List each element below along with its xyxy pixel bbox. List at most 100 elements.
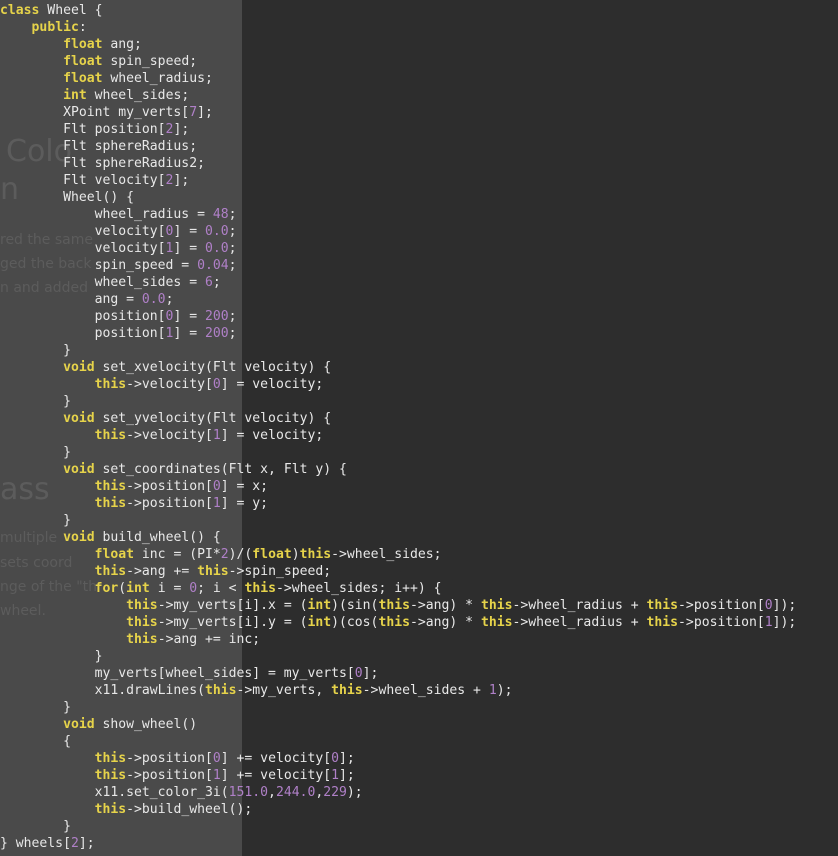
keyword-token: this	[480, 615, 513, 630]
code-line[interactable]: wheel_sides = 6;	[0, 274, 796, 291]
code-line[interactable]: float inc = (PI*2)/(float)this->wheel_si…	[0, 546, 796, 563]
keyword-token: for	[94, 581, 119, 596]
code-line[interactable]: x11.set_color_3i(151.0,244.0,229);	[0, 784, 796, 801]
code-line[interactable]: float ang;	[0, 36, 796, 53]
code-line[interactable]: x11.drawLines(this->my_verts, this->whee…	[0, 682, 796, 699]
code-line[interactable]: this->position[1] += velocity[1];	[0, 767, 796, 784]
code-token: ->ang) *	[409, 615, 481, 630]
code-line[interactable]: this->ang += inc;	[0, 631, 796, 648]
keyword-token: this	[126, 615, 158, 630]
code-line[interactable]: wheel_radius = 48;	[0, 206, 796, 223]
code-line[interactable]: Flt velocity[2];	[0, 172, 796, 189]
number-token: 0	[189, 581, 198, 596]
number-token: 200	[204, 326, 229, 341]
code-token: wheel_radius =	[0, 207, 213, 222]
keyword-token: this	[331, 683, 363, 698]
code-line[interactable]: this->my_verts[i].x = (int)(sin(this->an…	[0, 597, 796, 614]
code-token: ;	[228, 326, 237, 341]
number-token: 0.0	[141, 292, 166, 307]
code-line[interactable]: float spin_speed;	[0, 53, 796, 70]
code-token: ->velocity[	[126, 377, 213, 392]
code-token: ->wheel_sides;	[331, 547, 442, 562]
code-token: }	[0, 343, 71, 358]
code-line[interactable]: } wheels[2];	[0, 835, 796, 852]
code-line[interactable]: my_verts[wheel_sides] = my_verts[0];	[0, 665, 796, 682]
code-token: ] =	[173, 241, 205, 256]
code-line[interactable]: this->position[1] = y;	[0, 495, 796, 512]
code-line[interactable]: {	[0, 733, 796, 750]
code-line[interactable]: this->position[0] = x;	[0, 478, 796, 495]
code-token: Flt sphereRadius2;	[0, 156, 205, 171]
code-token: }	[0, 700, 71, 715]
code-line[interactable]: }	[0, 648, 796, 665]
code-line[interactable]: int wheel_sides;	[0, 87, 796, 104]
code-line[interactable]: this->velocity[1] = velocity;	[0, 427, 796, 444]
code-line[interactable]: XPoint my_verts[7];	[0, 104, 796, 121]
code-line[interactable]: void show_wheel()	[0, 716, 796, 733]
code-token: ,	[268, 785, 276, 800]
code-token: ];	[339, 768, 355, 783]
code-line[interactable]: spin_speed = 0.04;	[0, 257, 796, 274]
code-token: XPoint my_verts[	[0, 105, 190, 120]
code-token: inc = (PI*	[134, 547, 221, 562]
code-line[interactable]: this->velocity[0] = velocity;	[0, 376, 796, 393]
code-line[interactable]: this->ang += this->spin_speed;	[0, 563, 796, 580]
code-line[interactable]: void set_xvelocity(Flt velocity) {	[0, 359, 796, 376]
keyword-token: this	[197, 564, 229, 579]
code-token: ] =	[173, 224, 205, 239]
code-line[interactable]: }	[0, 444, 796, 461]
code-line[interactable]: }	[0, 512, 796, 529]
code-line[interactable]: void build_wheel() {	[0, 529, 796, 546]
code-line[interactable]: position[0] = 200;	[0, 308, 796, 325]
keyword-token: this	[480, 598, 513, 613]
code-token: set_xvelocity(Flt velocity) {	[94, 360, 332, 375]
code-line[interactable]: }	[0, 699, 796, 716]
number-token: 0	[212, 751, 221, 766]
code-token: set_coordinates(Flt x, Flt y) {	[94, 462, 347, 477]
code-editor[interactable]: class Wheel { public: float ang; float s…	[0, 2, 796, 852]
code-token: ->my_verts,	[236, 683, 332, 698]
code-token: spin_speed =	[0, 258, 198, 273]
code-line[interactable]: Wheel() {	[0, 189, 796, 206]
keyword-token: int	[63, 88, 87, 103]
code-token: ->position[	[678, 598, 765, 613]
code-line[interactable]: velocity[1] = 0.0;	[0, 240, 796, 257]
code-line[interactable]: for(int i = 0; i < this->wheel_sides; i+…	[0, 580, 796, 597]
code-token: ; i <	[197, 581, 245, 596]
keyword-token: this	[126, 632, 158, 647]
code-line[interactable]: public:	[0, 19, 796, 36]
code-line[interactable]: }	[0, 342, 796, 359]
code-token: );	[496, 683, 513, 698]
code-line[interactable]: class Wheel {	[0, 2, 796, 19]
code-token: ];	[173, 122, 190, 137]
code-line[interactable]: ang = 0.0;	[0, 291, 796, 308]
code-token: set_yvelocity(Flt velocity) {	[94, 411, 332, 426]
number-token: 229	[323, 785, 347, 800]
number-token: 244.0	[275, 785, 316, 800]
code-line[interactable]: }	[0, 818, 796, 835]
code-line[interactable]: Flt position[2];	[0, 121, 796, 138]
number-token: 6	[204, 275, 213, 290]
code-line[interactable]: void set_coordinates(Flt x, Flt y) {	[0, 461, 796, 478]
code-line[interactable]: Flt sphereRadius2;	[0, 155, 796, 172]
code-line[interactable]: }	[0, 393, 796, 410]
code-line[interactable]: position[1] = 200;	[0, 325, 796, 342]
code-line[interactable]: this->build_wheel();	[0, 801, 796, 818]
code-line[interactable]: float wheel_radius;	[0, 70, 796, 87]
code-token: }	[0, 513, 71, 528]
code-line[interactable]: this->position[0] += velocity[0];	[0, 750, 796, 767]
code-token: ];	[339, 751, 355, 766]
code-line[interactable]: void set_yvelocity(Flt velocity) {	[0, 410, 796, 427]
code-token: ->position[	[126, 496, 213, 511]
code-token: ->wheel_radius +	[512, 598, 647, 613]
code-line[interactable]: this->my_verts[i].y = (int)(cos(this->an…	[0, 614, 796, 631]
code-token: ;	[228, 224, 237, 239]
code-line[interactable]: Flt sphereRadius;	[0, 138, 796, 155]
code-line[interactable]: velocity[0] = 0.0;	[0, 223, 796, 240]
code-token: {	[0, 734, 71, 749]
